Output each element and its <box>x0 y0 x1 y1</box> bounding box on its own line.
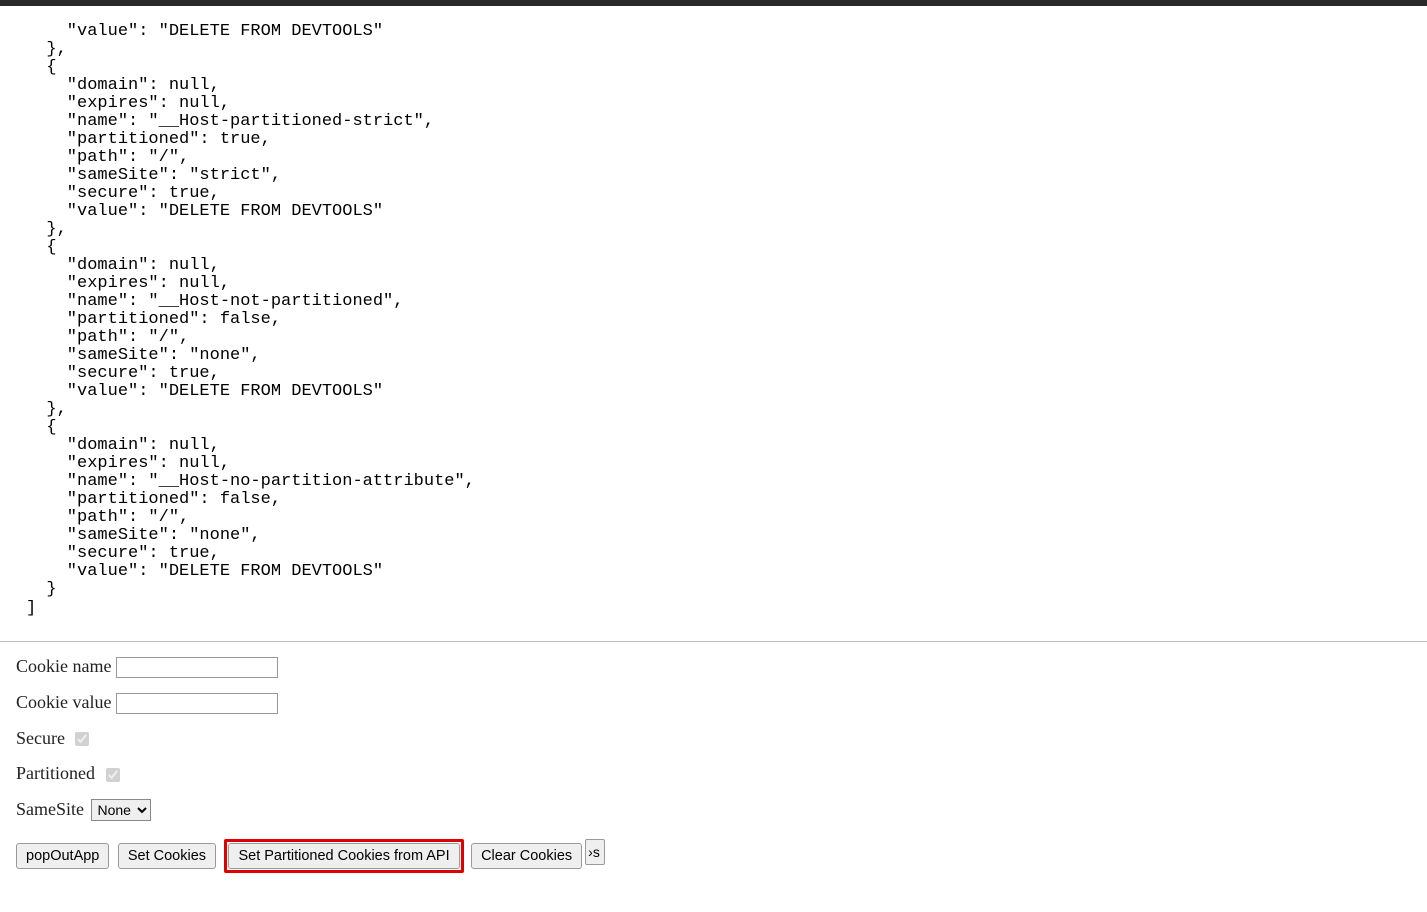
cookie-value-row: Cookie value <box>16 692 1411 714</box>
set-partitioned-cookies-button[interactable]: Set Partitioned Cookies from API <box>228 843 459 869</box>
partitioned-row: Partitioned <box>16 763 1411 785</box>
clear-cookies-button[interactable]: Clear Cookies <box>471 843 582 869</box>
set-cookies-button[interactable]: Set Cookies <box>118 843 216 869</box>
samesite-select[interactable]: NoneLaxStrict <box>91 799 151 821</box>
browser-top-bar <box>0 0 1427 6</box>
samesite-row: SameSite NoneLaxStrict <box>16 799 1411 821</box>
trail-fragment: ›s <box>585 839 605 865</box>
popout-button[interactable]: popOutApp <box>16 843 109 869</box>
cookie-name-label: Cookie name <box>16 656 111 677</box>
samesite-label: SameSite <box>16 799 84 820</box>
cookie-value-input[interactable] <box>116 693 278 714</box>
partitioned-checkbox[interactable] <box>106 768 120 782</box>
secure-label: Secure <box>16 728 65 749</box>
cookie-name-row: Cookie name <box>16 656 1411 678</box>
cookie-value-label: Cookie value <box>16 692 111 713</box>
divider <box>0 641 1427 642</box>
highlight-box: Set Partitioned Cookies from API <box>224 839 463 873</box>
secure-checkbox[interactable] <box>75 732 89 746</box>
cookie-form: Cookie name Cookie value Secure Partitio… <box>0 656 1427 894</box>
cookie-name-input[interactable] <box>116 657 278 678</box>
secure-row: Secure <box>16 728 1411 750</box>
button-row: popOutApp Set Cookies Set Partitioned Co… <box>16 839 1411 873</box>
partitioned-label: Partitioned <box>16 763 95 784</box>
json-output: "value": "DELETE FROM DEVTOOLS" }, { "do… <box>0 23 1427 624</box>
